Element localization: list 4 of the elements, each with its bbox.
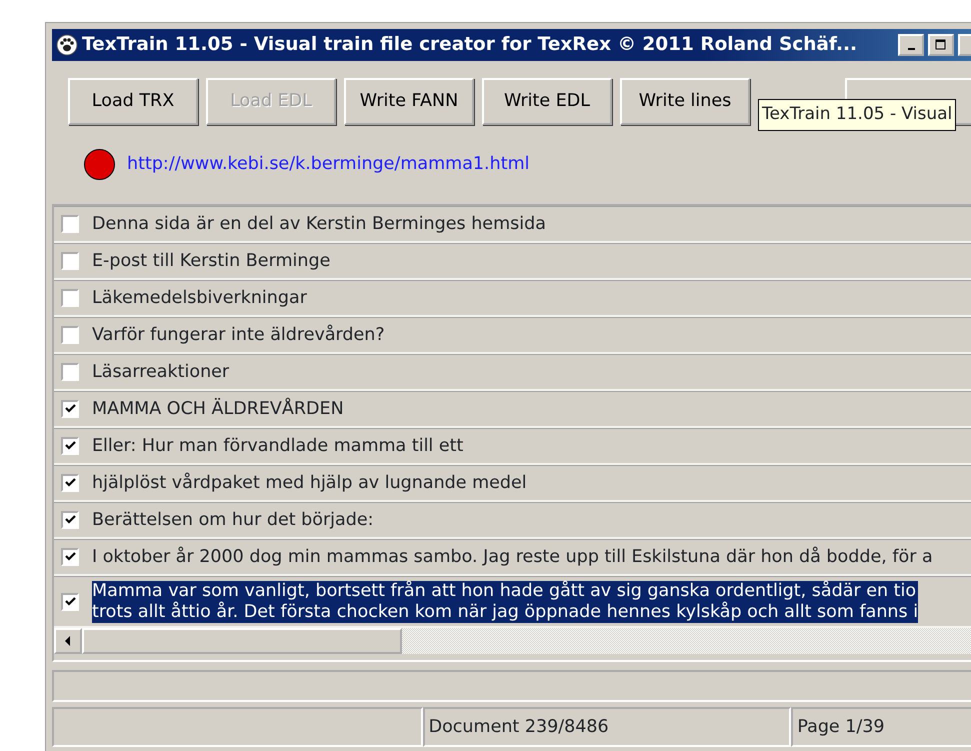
window-title: TexTrain 11.05 - Visual train file creator for TexRex © 2011 Roland Schäf...	[82, 33, 858, 58]
document-counter: Document 239/8486	[422, 707, 792, 747]
page-counter: Page 1/39	[791, 707, 971, 747]
tooltip: TexTrain 11.05 - Visual	[758, 99, 956, 130]
